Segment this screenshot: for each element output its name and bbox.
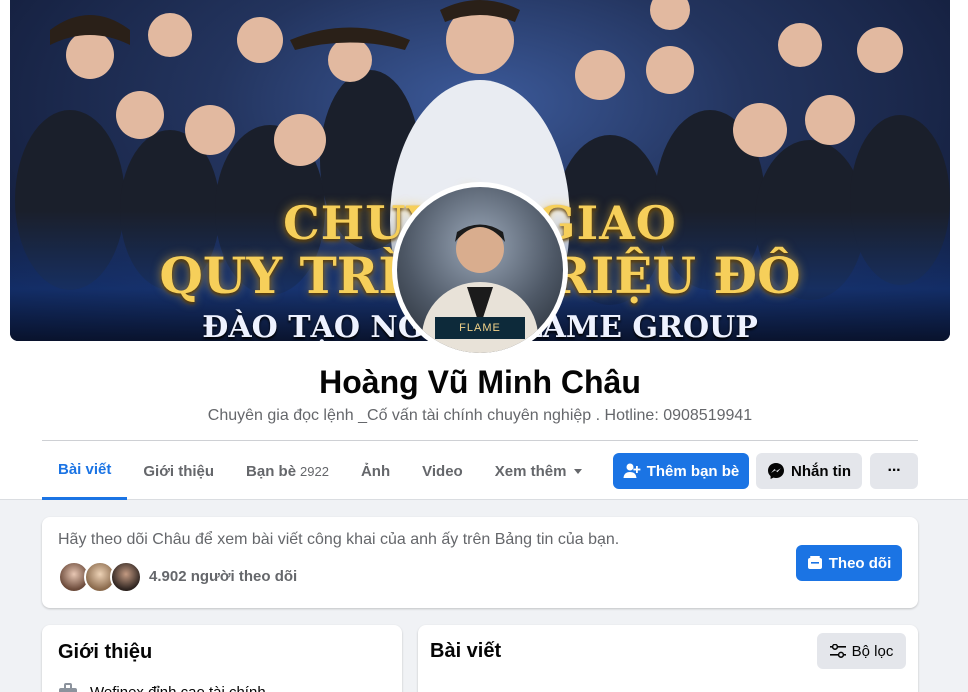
tab-about[interactable]: Giới thiệu <box>127 442 230 500</box>
posts-card: Bài viết Bộ lọc <box>418 625 918 692</box>
follow-icon <box>807 556 822 569</box>
filter-label: Bộ lọc <box>851 642 894 660</box>
tab-friends-label: Bạn bè <box>246 462 297 480</box>
tab-about-label: Giới thiệu <box>143 462 215 480</box>
more-options-button[interactable]: ··· <box>870 453 918 489</box>
follow-card: Hãy theo dõi Châu để xem bài viết công k… <box>42 517 918 608</box>
tab-more-label: Xem thêm <box>494 462 567 480</box>
briefcase-icon <box>59 683 77 692</box>
messenger-icon <box>768 463 784 479</box>
tab-more[interactable]: Xem thêm <box>479 442 599 500</box>
tab-posts[interactable]: Bài viết <box>42 442 128 500</box>
filter-sliders-icon <box>829 644 846 658</box>
tab-posts-label: Bài viết <box>58 461 112 478</box>
header-divider <box>42 440 918 441</box>
profile-tabs: Bài viết Giới thiệu Bạn bè 2922 Ảnh Video… <box>42 442 598 500</box>
follow-label: Theo dõi <box>828 554 892 572</box>
message-label: Nhắn tin <box>791 462 851 480</box>
posts-title: Bài viết <box>430 640 502 662</box>
profile-name: Hoàng Vũ Minh Châu <box>319 364 641 400</box>
tab-friends[interactable]: Bạn bè 2922 <box>230 442 345 500</box>
tab-videos-label: Video <box>422 462 463 480</box>
friends-count: 2922 <box>300 463 329 479</box>
follow-prompt-text: Hãy theo dõi Châu để xem bài viết công k… <box>58 531 620 548</box>
tab-photos-label: Ảnh <box>360 462 391 480</box>
tab-photos[interactable]: Ảnh <box>345 442 406 500</box>
profile-bio: Chuyên gia đọc lệnh _Cố vấn tài chính ch… <box>207 407 753 424</box>
add-friend-label: Thêm bạn bè <box>646 462 740 480</box>
avatar-badge: FLAME <box>435 317 525 339</box>
intro-work-item: Wefinex đỉnh cao tài chính <box>58 683 266 692</box>
follower-avatar[interactable] <box>110 561 142 593</box>
intro-title: Giới thiệu <box>58 641 153 663</box>
follow-button[interactable]: Theo dõi <box>796 545 902 581</box>
more-dots-icon: ··· <box>887 462 902 479</box>
add-person-icon <box>623 463 641 478</box>
caret-down-icon <box>574 468 583 474</box>
filter-button[interactable]: Bộ lọc <box>817 633 906 669</box>
intro-work-text: Wefinex đỉnh cao tài chính <box>90 683 266 692</box>
followers-count[interactable]: 4.902 người theo dõi <box>149 568 297 585</box>
profile-avatar[interactable]: FLAME <box>397 187 563 353</box>
tab-videos[interactable]: Video <box>406 442 479 500</box>
intro-card: Giới thiệu Wefinex đỉnh cao tài chính <box>42 625 402 692</box>
message-button[interactable]: Nhắn tin <box>756 453 862 489</box>
add-friend-button[interactable]: Thêm bạn bè <box>613 453 749 489</box>
follower-avatars <box>58 561 142 593</box>
